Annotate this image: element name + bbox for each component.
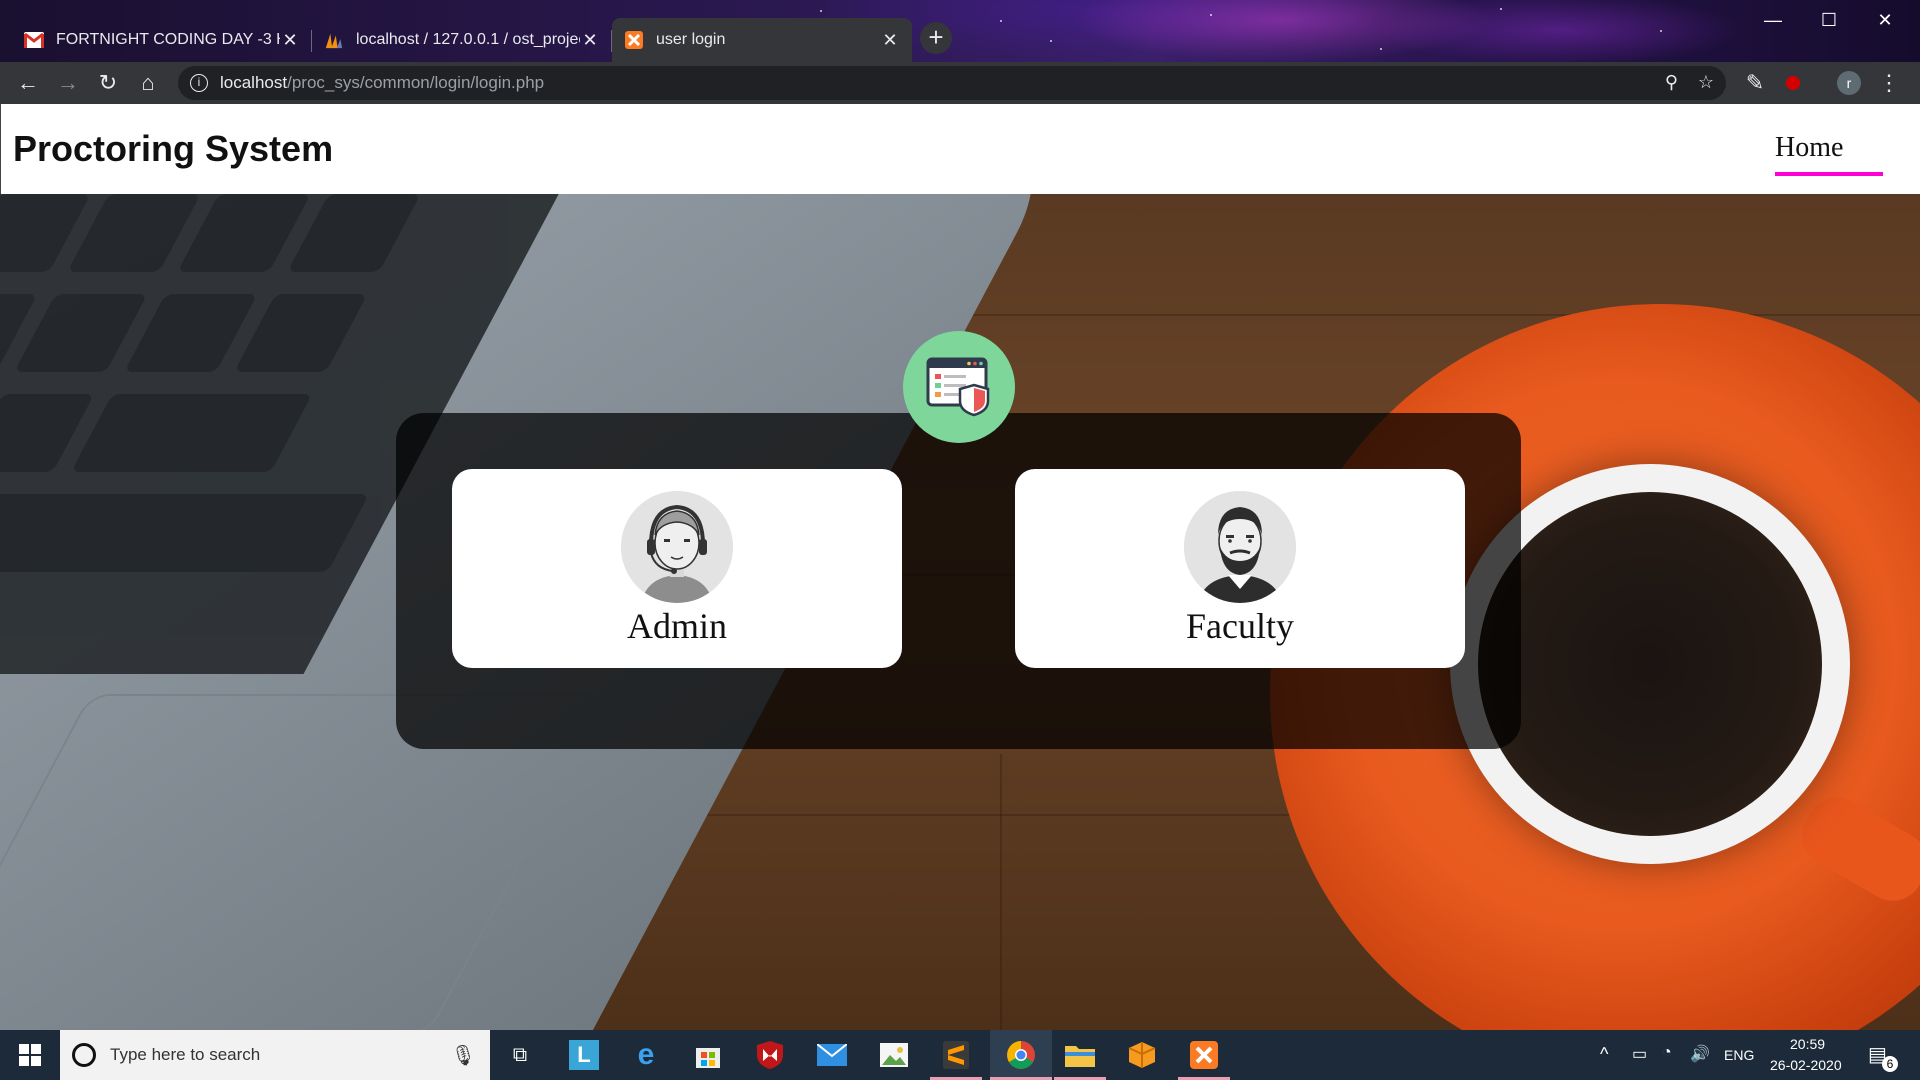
app-l-icon[interactable]: L xyxy=(556,1030,612,1080)
tab-phpmyadmin[interactable]: localhost / 127.0.0.1 / ost_project ✕ xyxy=(312,18,612,62)
photos-icon[interactable] xyxy=(866,1030,922,1080)
store-icon[interactable] xyxy=(680,1030,736,1080)
faculty-card[interactable]: Faculty xyxy=(1015,469,1465,668)
address-bar[interactable]: i localhost/proc_sys/common/login/login.… xyxy=(178,66,1726,100)
login-badge xyxy=(903,331,1015,443)
package-icon[interactable] xyxy=(1114,1030,1170,1080)
wood-grain xyxy=(1000,754,1002,1030)
nav-home-link[interactable]: Home xyxy=(1775,132,1843,164)
secure-window-icon xyxy=(926,357,990,417)
decor-star xyxy=(820,10,822,12)
tab-user-login[interactable]: user login ✕ xyxy=(612,18,912,62)
tab-title: user login xyxy=(656,31,726,48)
pen-extension-icon[interactable]: ✎ xyxy=(1740,68,1770,98)
chrome-icon[interactable] xyxy=(990,1030,1052,1080)
phpmyadmin-icon xyxy=(324,30,344,50)
clock-time[interactable]: 20:59 xyxy=(1790,1036,1825,1052)
close-window-icon[interactable]: ✕ xyxy=(1857,0,1913,40)
decor-star xyxy=(1000,20,1002,22)
extension-icon[interactable] xyxy=(1778,68,1808,98)
new-tab-button[interactable]: + xyxy=(920,22,952,54)
key xyxy=(67,194,201,272)
zoom-icon[interactable]: ⚲ xyxy=(1665,72,1678,93)
info-icon[interactable]: i xyxy=(190,74,208,92)
tab-title: FORTNIGHT CODING DAY -3 HAC xyxy=(56,31,280,48)
close-icon[interactable]: ✕ xyxy=(580,30,600,51)
edge-browser-icon[interactable]: e xyxy=(618,1030,674,1080)
sublime-text-icon[interactable] xyxy=(928,1030,984,1080)
forward-icon[interactable]: → xyxy=(53,68,83,98)
decor-star xyxy=(1660,30,1662,32)
back-icon[interactable]: ← xyxy=(13,68,43,98)
decor-star xyxy=(1380,48,1382,50)
key xyxy=(0,494,370,572)
key xyxy=(14,294,148,372)
key xyxy=(287,194,421,272)
notification-count: 6 xyxy=(1882,1056,1898,1072)
close-icon[interactable]: ✕ xyxy=(280,30,300,51)
faculty-avatar-icon xyxy=(1184,491,1296,603)
taskbar-search-box[interactable]: Type here to search 🎙 xyxy=(60,1030,490,1080)
close-icon[interactable]: ✕ xyxy=(880,30,900,51)
coffee-image xyxy=(1478,492,1822,836)
language-indicator[interactable]: ENG xyxy=(1724,1047,1754,1063)
nav-active-underline xyxy=(1775,172,1883,176)
clock-date[interactable]: 26-02-2020 xyxy=(1770,1057,1842,1073)
tab-gmail[interactable]: FORTNIGHT CODING DAY -3 HAC ✕ xyxy=(12,18,312,62)
microphone-icon[interactable]: 🎙 xyxy=(451,1043,476,1068)
decor-star xyxy=(1210,14,1212,16)
wifi-icon[interactable]: ◔ xyxy=(1662,1044,1672,1062)
key xyxy=(70,394,313,472)
admin-card[interactable]: Admin xyxy=(452,469,902,668)
url-path: /proc_sys/common/login/login.php xyxy=(287,73,545,92)
gmail-icon xyxy=(24,30,44,50)
cortana-circle-icon xyxy=(72,1043,96,1067)
xampp-taskbar-icon[interactable] xyxy=(1176,1030,1232,1080)
profile-initial: r xyxy=(1837,71,1861,95)
windows-taskbar: Type here to search 🎙 ⧉ L e ^ ▭ ◔ 🔊 ENG … xyxy=(0,1030,1920,1080)
bookmark-star-icon[interactable]: ☆ xyxy=(1698,72,1714,93)
menu-kebab-icon[interactable]: ⋮ xyxy=(1874,68,1904,98)
reload-icon[interactable]: ↻ xyxy=(93,68,123,98)
tray-chevron-icon[interactable]: ^ xyxy=(1600,1044,1608,1065)
search-placeholder: Type here to search xyxy=(110,1045,261,1064)
file-explorer-icon[interactable] xyxy=(1052,1030,1108,1080)
site-navbar: Proctoring System Home xyxy=(0,104,1920,194)
decor-star xyxy=(1050,40,1052,42)
tab-title: localhost / 127.0.0.1 / ost_project xyxy=(356,31,580,48)
browser-toolbar: ← → ↻ ⌂ i localhost/proc_sys/common/logi… xyxy=(0,62,1920,104)
key xyxy=(177,194,311,272)
web-page: Proctoring System Home Admin Faculty xyxy=(0,104,1920,1030)
key xyxy=(124,294,258,372)
browser-tabstrip: FORTNIGHT CODING DAY -3 HAC ✕ localhost … xyxy=(0,0,1920,62)
mcafee-icon[interactable] xyxy=(742,1030,798,1080)
profile-avatar[interactable]: r xyxy=(1834,68,1864,98)
minimize-icon[interactable]: — xyxy=(1745,0,1801,40)
windows-start-icon[interactable] xyxy=(2,1030,58,1080)
maximize-icon[interactable]: ☐ xyxy=(1801,0,1857,40)
xampp-icon xyxy=(624,30,644,50)
site-brand[interactable]: Proctoring System xyxy=(13,128,333,170)
battery-icon[interactable]: ▭ xyxy=(1632,1044,1647,1064)
decor-star xyxy=(1500,8,1502,10)
faculty-label: Faculty xyxy=(1186,606,1294,646)
volume-icon[interactable]: 🔊 xyxy=(1690,1044,1710,1064)
admin-label: Admin xyxy=(626,606,727,646)
admin-avatar-icon xyxy=(621,491,733,603)
key xyxy=(234,294,368,372)
mail-icon[interactable] xyxy=(804,1030,860,1080)
url-host: localhost xyxy=(220,73,288,92)
task-view-icon[interactable]: ⧉ xyxy=(492,1030,548,1080)
home-icon[interactable]: ⌂ xyxy=(133,68,163,98)
